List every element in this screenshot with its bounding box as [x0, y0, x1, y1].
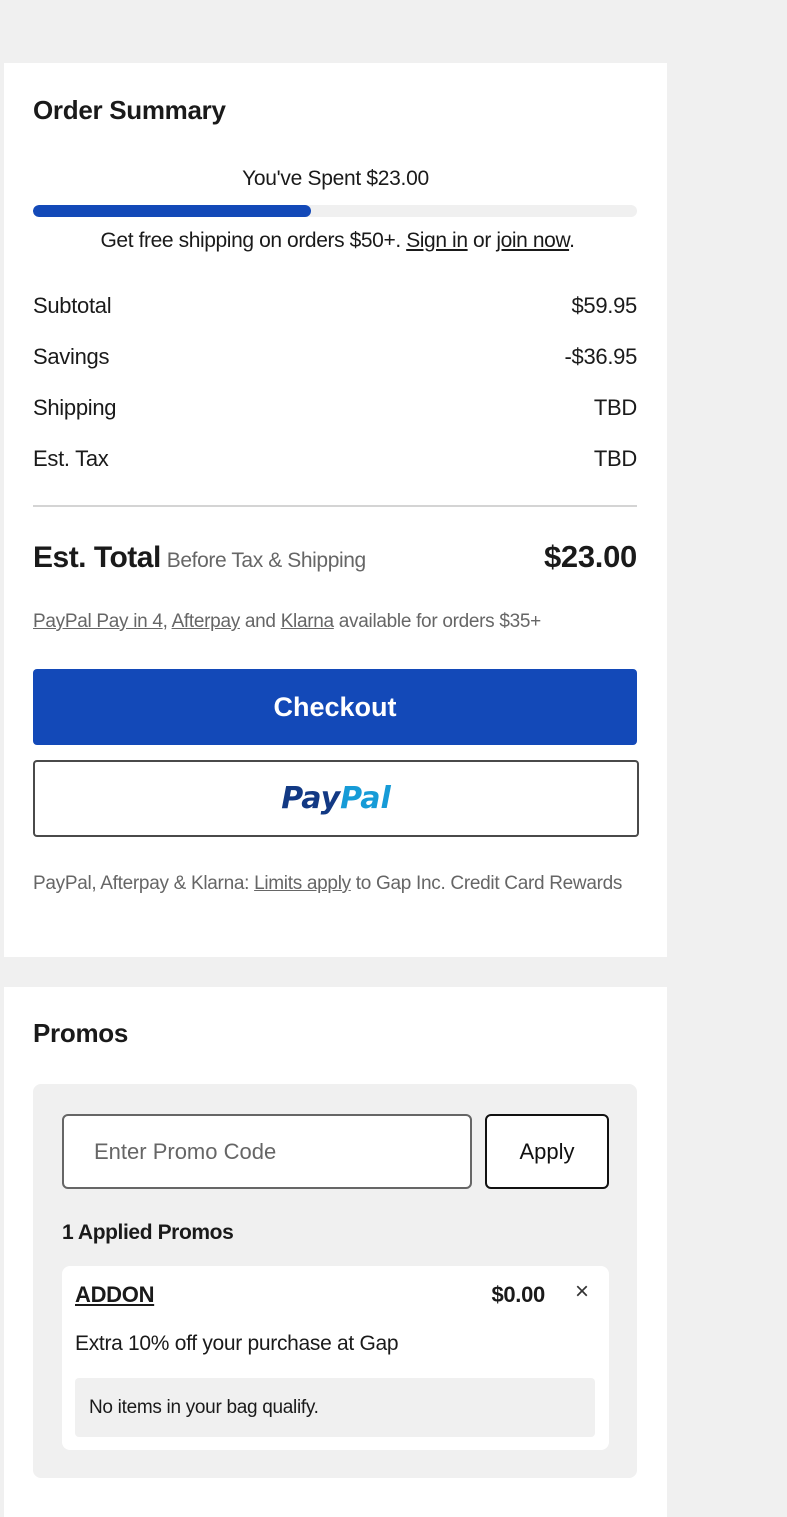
bnpl-message: PayPal Pay in 4, Afterpay and Klarna ava… [33, 611, 541, 633]
spent-progress-label: You've Spent $23.00 [242, 167, 429, 190]
close-icon[interactable]: × [575, 1278, 589, 1306]
promo-amount: $0.00 [491, 1282, 545, 1307]
sign-in-link[interactable]: Sign in [406, 229, 468, 252]
payment-disclaimer: PayPal, Afterpay & Klarna: Limits apply … [33, 868, 643, 900]
est-total-value: $23.00 [543, 539, 637, 574]
shipping-label: Shipping [33, 395, 117, 420]
promo-qualify-note: No items in your bag qualify. [75, 1378, 595, 1437]
spent-progress-fill [33, 205, 311, 217]
paypal-logo-part2: Pal [340, 781, 391, 816]
disclaimer-prefix: PayPal, Afterpay & Klarna: [33, 873, 255, 894]
shipping-row: Shipping TBD [33, 395, 637, 421]
paypal-logo-part1: Pay [281, 781, 341, 816]
promos-card: Promos Apply 1 Applied Promos ADDON $0.0… [4, 987, 667, 1517]
savings-value: -$36.95 [564, 344, 637, 369]
promo-code-input[interactable] [62, 1114, 472, 1189]
tax-label: Est. Tax [33, 446, 109, 471]
tax-value: TBD [593, 446, 637, 471]
free-shipping-period: . [569, 229, 575, 252]
bnpl-suffix: available for orders $35+ [333, 611, 541, 632]
promo-description: Extra 10% off your purchase at Gap [75, 1332, 399, 1355]
savings-row: Savings -$36.95 [33, 344, 637, 370]
subtotal-label: Subtotal [33, 293, 112, 318]
shipping-value: TBD [593, 395, 637, 420]
klarna-link[interactable]: Klarna [281, 611, 334, 632]
checkout-button[interactable]: Checkout [33, 669, 637, 745]
limits-apply-link[interactable]: Limits apply [254, 873, 351, 894]
bnpl-and: and [239, 611, 281, 632]
savings-label: Savings [33, 344, 110, 369]
est-total-row: Est. Total Before Tax & Shipping $23.00 [33, 539, 637, 575]
bnpl-comma: , [162, 611, 172, 632]
disclaimer-suffix: to Gap Inc. Credit Card Rewards [350, 873, 623, 894]
promo-panel: Apply 1 Applied Promos ADDON $0.00 × Ext… [33, 1084, 637, 1478]
free-shipping-or: or [467, 229, 497, 252]
summary-divider [33, 505, 637, 507]
afterpay-link[interactable]: Afterpay [172, 611, 241, 632]
promos-title: Promos [33, 1018, 129, 1048]
free-shipping-message: Get free shipping on orders $50+. Sign i… [4, 229, 671, 253]
order-summary-card: Order Summary You've Spent $23.00 Get fr… [4, 63, 667, 957]
est-total-sublabel: Before Tax & Shipping [166, 549, 366, 572]
est-total-label: Est. Total [33, 541, 161, 574]
applied-promo-item: ADDON $0.00 × Extra 10% off your purchas… [62, 1266, 609, 1450]
est-total-label-group: Est. Total Before Tax & Shipping [33, 541, 366, 575]
paypal-button[interactable]: Pay Pal [33, 760, 639, 837]
apply-promo-button[interactable]: Apply [485, 1114, 609, 1189]
subtotal-value: $59.95 [571, 293, 638, 318]
applied-promos-label: 1 Applied Promos [62, 1221, 234, 1244]
promo-code-link[interactable]: ADDON [75, 1282, 154, 1308]
join-now-link[interactable]: join now [496, 229, 569, 252]
order-summary-title: Order Summary [33, 95, 226, 125]
free-shipping-text: Get free shipping on orders $50+. [100, 229, 407, 252]
subtotal-row: Subtotal $59.95 [33, 293, 637, 319]
spent-progress-bar [33, 205, 637, 217]
paypal-pay-in-4-link[interactable]: PayPal Pay in 4 [33, 611, 163, 632]
tax-row: Est. Tax TBD [33, 446, 637, 472]
